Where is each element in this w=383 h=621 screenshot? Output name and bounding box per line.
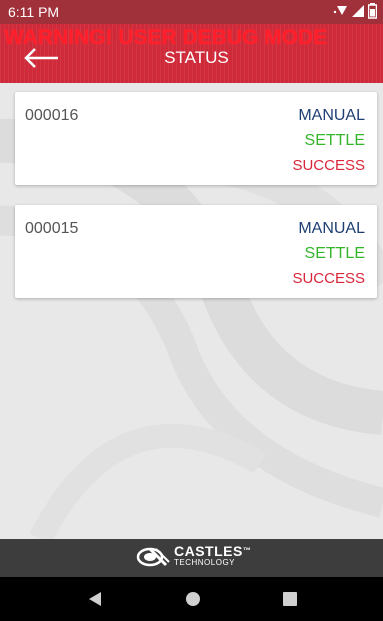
brand-trademark: ™ [242, 546, 252, 555]
transaction-operation: SETTLE [304, 132, 365, 149]
castles-logo-icon [136, 547, 170, 567]
status-icons [332, 3, 377, 19]
transaction-list[interactable]: 000016 MANUAL SETTLE SUCCESS 000015 MANU… [0, 83, 383, 539]
transaction-operation: SETTLE [304, 245, 365, 262]
footer-bar: CASTLES™ TECHNOLOGY [0, 539, 383, 577]
page-title: STATUS [164, 48, 229, 67]
status-time: 6:11 PM [8, 4, 60, 20]
brand-tagline: TECHNOLOGY [174, 558, 236, 567]
nav-home-icon[interactable] [185, 591, 201, 607]
transaction-result: SUCCESS [292, 157, 365, 174]
transaction-card[interactable]: 000016 MANUAL SETTLE SUCCESS [15, 92, 377, 185]
app-bar: WARNING! USER DEBUG MODE STATUS [0, 24, 383, 83]
transaction-id: 000016 [25, 107, 79, 124]
battery-icon [368, 3, 377, 19]
brand-name: CASTLES [174, 543, 243, 559]
signal-icon [352, 5, 364, 17]
nav-recents-icon[interactable] [283, 591, 297, 607]
transaction-type: MANUAL [298, 107, 365, 124]
transaction-card[interactable]: 000015 MANUAL SETTLE SUCCESS [15, 205, 377, 298]
system-nav-bar [0, 577, 383, 621]
transaction-result: SUCCESS [292, 270, 365, 287]
wifi-icon [333, 6, 347, 15]
transaction-id: 000015 [25, 220, 79, 237]
status-bar: 6:11 PM [0, 0, 383, 24]
nav-back-icon[interactable] [88, 591, 102, 607]
transaction-type: MANUAL [298, 220, 365, 237]
castles-logo: CASTLES™ TECHNOLOGY [136, 544, 251, 568]
